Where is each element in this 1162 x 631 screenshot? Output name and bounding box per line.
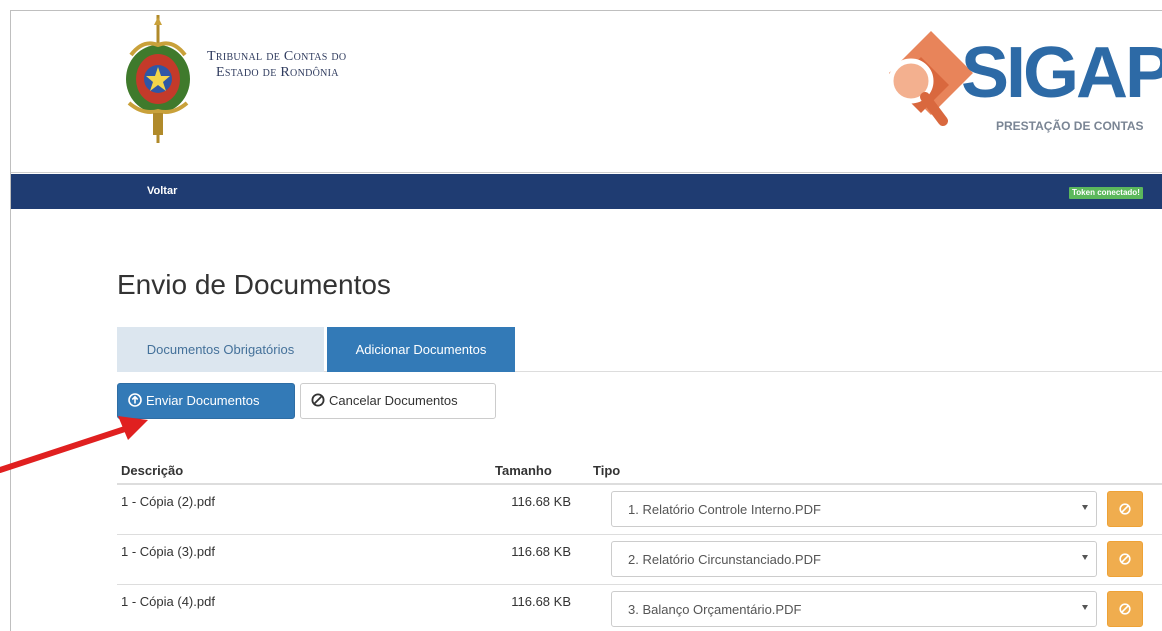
documents-table: Descrição Tamanho Tipo 1 - Cópia (2).pdf… xyxy=(117,455,1162,631)
institution-name: Tribunal de Contas do Estado de Rondônia xyxy=(207,49,346,81)
logo-wordmark: SIGAP xyxy=(961,33,1162,113)
ban-icon xyxy=(1119,603,1131,615)
table-row: 1 - Cópia (4).pdf 116.68 KB 3. Balanço O… xyxy=(117,585,1162,631)
ban-icon xyxy=(311,393,325,407)
institution-name-line1: Tribunal de Contas do xyxy=(207,49,347,64)
ban-icon xyxy=(1119,553,1131,565)
state-coat-of-arms-icon xyxy=(126,15,190,143)
send-documents-label: Enviar Documentos xyxy=(146,393,260,408)
cancel-documents-button[interactable]: Cancelar Documentos xyxy=(300,383,496,419)
dropdown-caret-icon xyxy=(1082,505,1088,510)
cancel-documents-label: Cancelar Documentos xyxy=(329,393,458,408)
document-tabs: Documentos Obrigatórios Adicionar Docume… xyxy=(117,327,1162,372)
ban-icon xyxy=(1119,503,1131,515)
tab-documentos-obrigatorios[interactable]: Documentos Obrigatórios xyxy=(117,327,324,372)
annotation-arrow-icon xyxy=(0,416,148,473)
table-header: Descrição Tamanho Tipo xyxy=(117,455,1162,485)
document-type-select[interactable]: 1. Relatório Controle Interno.PDF xyxy=(611,491,1097,527)
row-description: 1 - Cópia (3).pdf xyxy=(121,544,215,559)
document-type-value: 1. Relatório Controle Interno.PDF xyxy=(628,502,821,517)
tab-adicionar-documentos[interactable]: Adicionar Documentos xyxy=(327,327,515,372)
app-window: Tribunal de Contas do Estado de Rondônia… xyxy=(10,10,1162,631)
document-type-value: 3. Balanço Orçamentário.PDF xyxy=(628,602,802,617)
page-title: Envio de Documentos xyxy=(117,269,391,300)
remove-document-button[interactable] xyxy=(1107,591,1143,627)
document-type-select[interactable]: 3. Balanço Orçamentário.PDF xyxy=(611,591,1097,627)
document-type-value: 2. Relatório Circunstanciado.PDF xyxy=(628,552,821,567)
dropdown-caret-icon xyxy=(1082,605,1088,610)
top-navbar: Voltar Token conectado! xyxy=(11,174,1162,209)
column-header-tamanho: Tamanho xyxy=(495,463,552,478)
sigap-logo: SIGAP PRESTAÇÃO DE CONTAS xyxy=(869,23,1162,153)
row-description: 1 - Cópia (2).pdf xyxy=(121,494,215,509)
column-header-tipo: Tipo xyxy=(593,463,621,478)
table-row: 1 - Cópia (3).pdf 116.68 KB 2. Relatório… xyxy=(117,535,1162,585)
table-row: 1 - Cópia (2).pdf 116.68 KB 1. Relatório… xyxy=(117,485,1162,535)
row-size: 116.68 KB xyxy=(511,544,571,559)
remove-document-button[interactable] xyxy=(1107,541,1143,577)
institution-name-line2: Estado de Rondônia xyxy=(216,65,339,80)
row-size: 116.68 KB xyxy=(511,594,571,609)
row-description: 1 - Cópia (4).pdf xyxy=(121,594,215,609)
logo-subtitle: PRESTAÇÃO DE CONTAS xyxy=(996,119,1144,133)
token-status-badge: Token conectado! xyxy=(1069,187,1143,199)
dropdown-caret-icon xyxy=(1082,555,1088,560)
site-header: Tribunal de Contas do Estado de Rondônia… xyxy=(11,11,1162,173)
document-type-select[interactable]: 2. Relatório Circunstanciado.PDF xyxy=(611,541,1097,577)
remove-document-button[interactable] xyxy=(1107,491,1143,527)
back-link[interactable]: Voltar xyxy=(147,185,177,197)
row-size: 116.68 KB xyxy=(511,494,571,509)
